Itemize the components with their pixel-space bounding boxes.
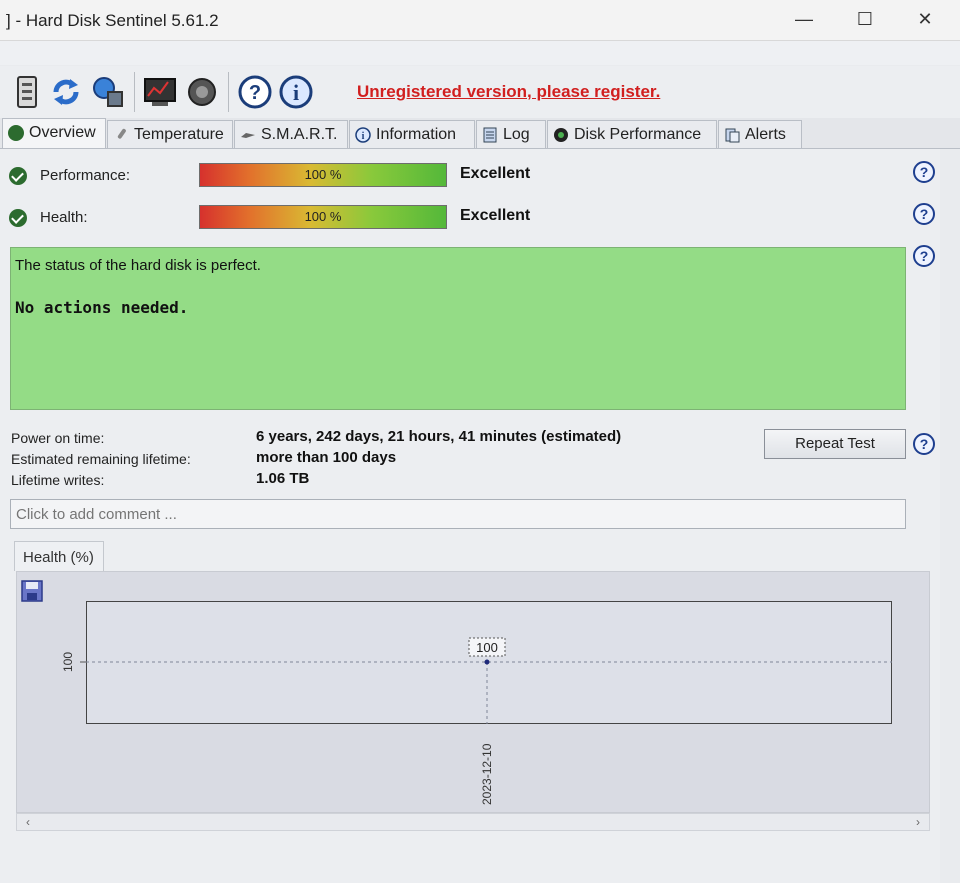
tab-overview[interactable]: Overview — [2, 118, 106, 148]
tab-health-chart[interactable]: Health (%) — [14, 541, 104, 571]
tab-disk-performance[interactable]: Disk Performance — [547, 120, 717, 148]
monitor-report-icon[interactable] — [142, 74, 178, 110]
power-on-label: Power on time: — [11, 430, 105, 446]
power-on-value: 6 years, 242 days, 21 hours, 41 minutes … — [256, 428, 622, 445]
tab-label: Log — [503, 126, 530, 143]
svg-text:i: i — [293, 80, 299, 105]
minimize-button[interactable]: — — [781, 4, 827, 34]
svg-text:i: i — [362, 131, 365, 142]
help-icon[interactable]: ? — [237, 74, 273, 110]
status-help-icon[interactable]: ? — [913, 245, 935, 267]
info-icon: i — [355, 127, 371, 143]
health-chart-plot — [86, 601, 892, 724]
refresh-icon[interactable] — [48, 74, 84, 110]
status-box: The status of the hard disk is perfect. … — [10, 247, 906, 410]
performance-rating: Excellent — [460, 165, 531, 182]
save-icon[interactable] — [20, 579, 44, 603]
status-text: The status of the hard disk is perfect. — [15, 257, 261, 274]
horizontal-scrollbar[interactable]: ‹ › — [16, 813, 930, 831]
health-help-icon[interactable]: ? — [913, 203, 935, 225]
tab-label: Information — [376, 126, 457, 143]
tab-label: S.M.A.R.T. — [261, 126, 338, 143]
remaining-lifetime-label: Estimated remaining lifetime: — [11, 451, 191, 467]
gauge-icon — [554, 128, 568, 142]
tab-temperature[interactable]: Temperature — [107, 120, 233, 148]
health-bar: 100 % — [199, 205, 447, 229]
alerts-icon — [725, 128, 740, 143]
check-icon — [8, 125, 24, 141]
remaining-lifetime-value: more than 100 days — [256, 449, 397, 466]
health-percent: 100 % — [304, 209, 342, 224]
toolbar-separator — [228, 72, 229, 112]
performance-check-icon — [9, 167, 27, 185]
tab-information[interactable]: i Information — [349, 120, 475, 148]
log-icon — [483, 127, 497, 143]
maximize-button[interactable]: ☐ — [842, 4, 888, 34]
tab-label: Overview — [29, 124, 96, 141]
tab-alerts[interactable]: Alerts — [718, 120, 802, 148]
performance-label: Performance: — [40, 167, 131, 184]
performance-percent: 100 % — [304, 167, 342, 182]
lifetime-writes-label: Lifetime writes: — [11, 472, 105, 488]
close-button[interactable]: ✕ — [902, 4, 948, 34]
performance-help-icon[interactable]: ? — [913, 161, 935, 183]
tab-label: Temperature — [134, 126, 224, 143]
speaker-icon[interactable] — [184, 74, 220, 110]
tab-label: Alerts — [745, 126, 786, 143]
toolbar-separator — [134, 72, 135, 112]
info-icon[interactable]: i — [278, 74, 314, 110]
scroll-right-icon[interactable]: › — [909, 814, 927, 830]
health-label: Health: — [40, 209, 88, 226]
window-title: ] - Hard Disk Sentinel 5.61.2 — [6, 11, 219, 30]
lifetime-writes-value: 1.06 TB — [256, 470, 310, 487]
thermometer-icon — [117, 128, 126, 139]
svg-text:?: ? — [249, 82, 261, 104]
title-bar: ] - Hard Disk Sentinel 5.61.2 — ☐ ✕ — [0, 0, 960, 41]
repeat-test-button[interactable]: Repeat Test — [764, 429, 906, 459]
menu-strip — [0, 41, 960, 65]
smart-icon — [241, 133, 255, 138]
tab-label: Disk Performance — [574, 126, 702, 143]
tab-log[interactable]: Log — [476, 120, 546, 148]
health-check-icon — [9, 209, 27, 227]
status-action-text: No actions needed. — [15, 298, 189, 317]
network-icon[interactable] — [90, 74, 126, 110]
scroll-left-icon[interactable]: ‹ — [19, 814, 37, 830]
repeat-test-help-icon[interactable]: ? — [913, 433, 935, 455]
performance-bar: 100 % — [199, 163, 447, 187]
health-rating: Excellent — [460, 207, 531, 224]
unregistered-link[interactable]: Unregistered version, please register. — [357, 82, 660, 102]
disk-report-icon[interactable] — [10, 74, 46, 110]
tab-smart[interactable]: S.M.A.R.T. — [234, 120, 348, 148]
comment-input[interactable] — [10, 499, 906, 529]
